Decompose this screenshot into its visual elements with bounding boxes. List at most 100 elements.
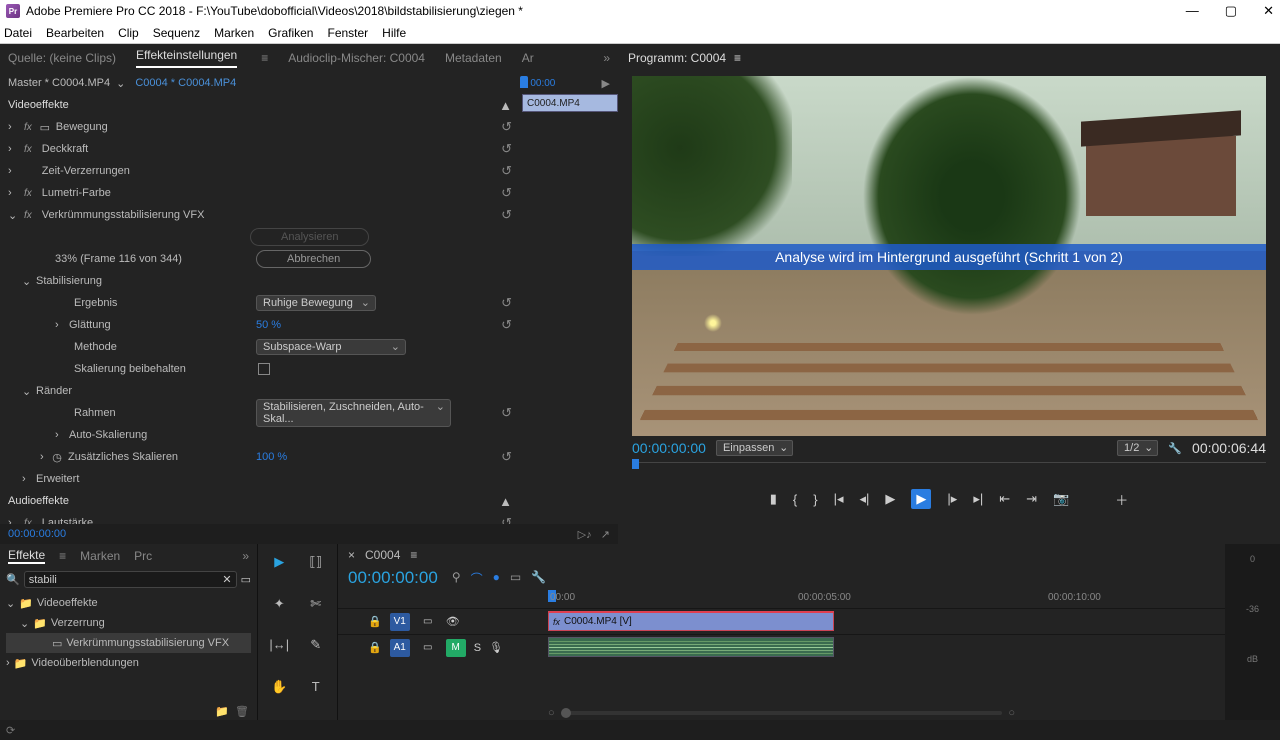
effects-panel-menu-icon[interactable]: ≡ bbox=[59, 549, 66, 563]
mark-out-button[interactable]: } bbox=[813, 492, 817, 507]
search-input[interactable] bbox=[29, 574, 223, 586]
fx-lumetri[interactable]: ›fxLumetri-Farbe↺ bbox=[0, 182, 520, 204]
menu-clip[interactable]: Clip bbox=[118, 26, 139, 40]
clip-link[interactable]: C0004 * C0004.MP4 bbox=[135, 77, 236, 89]
program-timecode-left[interactable]: 00:00:00:00 bbox=[632, 440, 706, 456]
extract-button[interactable]: ⇥ bbox=[1026, 491, 1037, 507]
tab-prc[interactable]: Prc bbox=[134, 549, 152, 563]
step-back-button[interactable]: ◂| bbox=[860, 491, 870, 507]
add-marker-tl-icon[interactable]: ● bbox=[493, 570, 500, 587]
step-forward-button[interactable]: |▸ bbox=[947, 491, 957, 507]
menu-grafiken[interactable]: Grafiken bbox=[268, 26, 313, 40]
rahmen-dropdown[interactable]: Stabilisieren, Zuschneiden, Auto-Skal... bbox=[256, 399, 451, 427]
tab-metadaten[interactable]: Metadaten bbox=[445, 51, 502, 65]
video-clip[interactable]: fxC0004.MP4 [V] bbox=[548, 611, 834, 631]
group-stabilisierung[interactable]: ⌄Stabilisierung bbox=[0, 270, 520, 292]
effects-search[interactable]: ✕ bbox=[24, 571, 237, 588]
effect-timecode[interactable]: 00:00:00:00 bbox=[8, 528, 66, 540]
settings-icon[interactable]: ▭ bbox=[510, 570, 521, 587]
panel-menu-icon[interactable]: ≡ bbox=[261, 51, 268, 65]
minimize-button[interactable]: — bbox=[1186, 3, 1199, 19]
abbrechen-button[interactable]: Abbrechen bbox=[256, 250, 371, 268]
go-to-in-button[interactable]: |◂ bbox=[834, 491, 844, 507]
lock-v1-icon[interactable]: 🔒 bbox=[368, 615, 382, 628]
maximize-button[interactable]: ▢ bbox=[1225, 3, 1237, 19]
ergebnis-dropdown[interactable]: Ruhige Bewegung bbox=[256, 295, 376, 311]
effects-overflow-icon[interactable]: » bbox=[242, 549, 249, 563]
pen-tool[interactable]: ✎ bbox=[303, 637, 330, 669]
menu-sequenz[interactable]: Sequenz bbox=[153, 26, 200, 40]
mini-timeline-ruler[interactable]: 00:00 bbox=[520, 72, 618, 94]
hand-tool[interactable]: ✋ bbox=[266, 679, 293, 711]
linked-selection-icon[interactable]: ⌒ bbox=[471, 570, 483, 587]
tree-videoeffekte[interactable]: ⌄📁Videoeffekte bbox=[6, 593, 251, 613]
menu-fenster[interactable]: Fenster bbox=[327, 26, 368, 40]
program-tab[interactable]: Programm: C0004 bbox=[628, 51, 726, 65]
timeline-timecode[interactable]: 00:00:00:00 bbox=[348, 568, 438, 588]
tab-marken[interactable]: Marken bbox=[80, 549, 120, 563]
track-select-tool[interactable]: ⟦⟧ bbox=[303, 554, 330, 586]
new-folder-icon[interactable]: 📁 bbox=[215, 706, 229, 718]
tab-effekteinstellungen[interactable]: Effekteinstellungen bbox=[136, 48, 237, 68]
group-erweitert[interactable]: ›Erweitert bbox=[0, 468, 520, 490]
wrench-icon[interactable]: 🔧 bbox=[1168, 442, 1182, 455]
menu-bearbeiten[interactable]: Bearbeiten bbox=[46, 26, 104, 40]
lock-a1-icon[interactable]: 🔒 bbox=[368, 641, 382, 654]
razor-tool[interactable]: ✄ bbox=[303, 596, 330, 628]
go-to-out-button[interactable]: ▸| bbox=[973, 491, 983, 507]
close-button[interactable]: ✕ bbox=[1263, 3, 1274, 19]
ripple-tool[interactable]: ✦ bbox=[266, 596, 293, 628]
glaettung-value[interactable]: 50 % bbox=[256, 319, 281, 331]
tree-videoblends[interactable]: ›📁Videoüberblendungen bbox=[6, 653, 251, 673]
tab-audiomixer[interactable]: Audioclip-Mischer: C0004 bbox=[288, 51, 425, 65]
menu-hilfe[interactable]: Hilfe bbox=[382, 26, 406, 40]
methode-dropdown[interactable]: Subspace-Warp bbox=[256, 339, 406, 355]
lift-button[interactable]: ⇤ bbox=[999, 491, 1010, 507]
fx-deckkraft[interactable]: ›fxDeckkraft↺ bbox=[0, 138, 520, 160]
toggle-sync-a1[interactable]: ▭ bbox=[418, 639, 438, 657]
timeline-close-icon[interactable]: × bbox=[348, 548, 355, 562]
toggle-output-v1[interactable]: 👁 bbox=[446, 615, 460, 628]
camera-icon[interactable]: 📷 bbox=[1053, 491, 1069, 507]
panel-overflow-icon[interactable]: » bbox=[603, 51, 610, 65]
type-tool[interactable]: T bbox=[303, 679, 330, 711]
fx-zeitverzerrung[interactable]: ›fxZeit-Verzerrungen↺ bbox=[0, 160, 520, 182]
slip-tool[interactable]: |↔| bbox=[266, 637, 293, 669]
zoom-knob[interactable] bbox=[561, 708, 571, 718]
solo-a1-button[interactable]: S bbox=[474, 642, 481, 654]
analysieren-button[interactable]: Analysieren bbox=[250, 228, 369, 246]
add-button[interactable]: ＋ bbox=[1115, 490, 1128, 509]
toggle-sync-v1[interactable]: ▭ bbox=[418, 613, 438, 631]
menu-datei[interactable]: Datei bbox=[4, 26, 32, 40]
audio-clip[interactable] bbox=[548, 637, 834, 657]
fit-dropdown[interactable]: Einpassen bbox=[716, 440, 793, 456]
prop-autoskalierung[interactable]: ›Auto-Skalierung bbox=[0, 424, 520, 446]
clear-search-icon[interactable]: ✕ bbox=[222, 573, 231, 586]
mute-a1-button[interactable]: M bbox=[446, 639, 466, 657]
sequence-tab[interactable]: C0004 bbox=[365, 548, 400, 562]
tab-quelle[interactable]: Quelle: (keine Clips) bbox=[8, 51, 116, 65]
tree-warp-effect[interactable]: ▭Verkrümmungsstabilisierung VFX bbox=[6, 633, 251, 653]
skalierung-checkbox[interactable] bbox=[258, 363, 270, 375]
program-panel-menu-icon[interactable]: ≡ bbox=[734, 51, 741, 65]
play-button[interactable]: ▶ bbox=[885, 491, 895, 507]
new-bin-icon[interactable]: ▭ bbox=[241, 573, 251, 586]
tab-effekte[interactable]: Effekte bbox=[8, 548, 45, 564]
track-a1-button[interactable]: A1 bbox=[390, 639, 410, 657]
fx-bewegung[interactable]: ›fx▭Bewegung↺ bbox=[0, 116, 520, 138]
mini-timeline-clip[interactable]: C0004.MP4 bbox=[522, 94, 618, 112]
add-marker-button[interactable]: ▮ bbox=[770, 491, 777, 507]
trash-icon[interactable]: 🗑 bbox=[235, 706, 249, 718]
selection-tool[interactable]: ▶ bbox=[266, 554, 293, 586]
fx-lautstaerke[interactable]: ›fxLautstärke↺ bbox=[0, 512, 520, 524]
timeline-ruler[interactable]: 00:00 00:00:05:00 00:00:10:00 bbox=[548, 590, 1225, 608]
tab-ar[interactable]: Ar bbox=[522, 51, 534, 65]
fx-warp-stabilizer[interactable]: ⌄fxVerkrümmungsstabilisierung VFX↺ bbox=[0, 204, 520, 226]
mark-in-button[interactable]: { bbox=[793, 492, 797, 507]
snap-icon[interactable]: ⚲ bbox=[452, 570, 461, 587]
wrench-tl-icon[interactable]: 🔧 bbox=[531, 570, 546, 587]
program-monitor[interactable]: Analyse wird im Hintergrund ausgeführt (… bbox=[632, 76, 1266, 436]
tree-verzerrung[interactable]: ⌄📁Verzerrung bbox=[6, 613, 251, 633]
menu-marken[interactable]: Marken bbox=[214, 26, 254, 40]
voiceover-icon[interactable]: 🎙 bbox=[489, 641, 503, 654]
